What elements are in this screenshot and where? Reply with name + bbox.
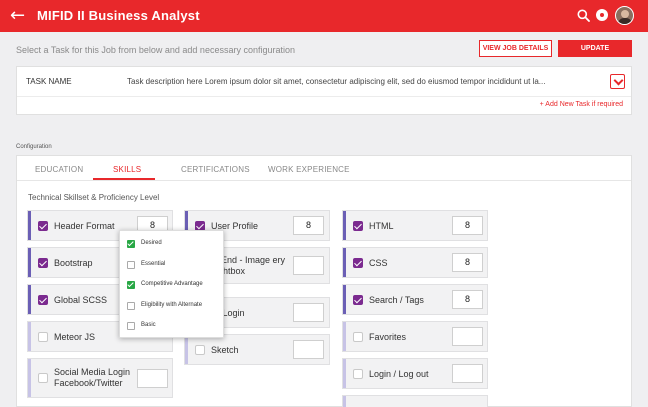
- skill-card[interactable]: Favorites: [342, 321, 488, 352]
- page-title: MIFID II Business Analyst: [37, 8, 200, 23]
- skill-checkbox[interactable]: [353, 295, 363, 305]
- skill-accent-bar: [185, 335, 188, 364]
- skill-card[interactable]: HTML 8: [342, 210, 488, 241]
- proficiency-input[interactable]: [293, 256, 324, 275]
- option-checkbox[interactable]: [127, 322, 135, 330]
- option-label: Competitive Advantage: [141, 281, 203, 287]
- skill-accent-bar: [343, 248, 346, 277]
- proficiency-input[interactable]: 8: [452, 253, 483, 272]
- option-label: Eligibility with Alternate: [141, 302, 203, 308]
- tab-skills[interactable]: SKILLS: [113, 165, 141, 174]
- task-description: Task description here Lorem ipsum dolor …: [127, 77, 546, 86]
- skill-checkbox[interactable]: [38, 221, 48, 231]
- skill-accent-bar: [28, 322, 31, 351]
- proficiency-dropdown: Desired Essential Competitive Advantage …: [119, 230, 224, 338]
- add-new-task-link[interactable]: + Add New Task if required: [540, 101, 623, 108]
- skill-name: Global SCSS: [54, 295, 108, 305]
- skills-heading: Technical Skillset & Proficiency Level: [28, 193, 160, 202]
- skill-accent-bar: [343, 396, 346, 407]
- skill-name: Header Format: [54, 221, 115, 231]
- tab-education[interactable]: EDUCATION: [35, 165, 83, 174]
- tab-certifications[interactable]: CERTIFICATIONS: [181, 165, 250, 174]
- proficiency-input[interactable]: 8: [452, 216, 483, 235]
- proficiency-input[interactable]: [452, 364, 483, 383]
- skill-name: CSS: [369, 258, 388, 268]
- skill-checkbox[interactable]: [38, 258, 48, 268]
- skill-name: Meteor JS: [54, 332, 96, 342]
- back-arrow-icon[interactable]: ←: [10, 6, 30, 26]
- skill-checkbox[interactable]: [353, 221, 363, 231]
- skill-accent-bar: [28, 211, 31, 240]
- task-card: TASK NAME Task description here Lorem ip…: [16, 66, 632, 115]
- active-tab-indicator: [93, 178, 155, 180]
- skill-accent-bar: [343, 322, 346, 351]
- tab-work-experience[interactable]: WORK EXPERIENCE: [268, 165, 350, 174]
- proficiency-input[interactable]: [293, 340, 324, 359]
- option-checkbox[interactable]: [127, 240, 135, 248]
- app-header: ← MIFID II Business Analyst: [0, 0, 648, 32]
- search-icon[interactable]: [577, 9, 590, 22]
- proficiency-input[interactable]: [452, 327, 483, 346]
- skill-checkbox[interactable]: [38, 373, 48, 383]
- skill-name: Favorites: [369, 332, 407, 342]
- skill-checkbox[interactable]: [353, 332, 363, 342]
- update-button[interactable]: UPDATE: [558, 40, 632, 57]
- task-name-label: TASK NAME: [26, 77, 72, 86]
- skill-name: Search / Tags: [369, 295, 424, 305]
- skill-accent-bar: [343, 285, 346, 314]
- page-instructions: Select a Task for this Job from below an…: [16, 45, 295, 55]
- option-label: Basic: [141, 322, 156, 328]
- option-label: Essential: [141, 261, 166, 267]
- proficiency-input[interactable]: [293, 303, 324, 322]
- option-checkbox[interactable]: [127, 261, 135, 269]
- proficiency-input[interactable]: 8: [293, 216, 324, 235]
- skill-checkbox[interactable]: [38, 332, 48, 342]
- skill-name: Social Media Login Facebook/Twitter: [54, 367, 131, 388]
- skill-name: Bootstrap: [54, 258, 93, 268]
- divider: [17, 96, 631, 97]
- skill-card[interactable]: [342, 395, 488, 407]
- skill-name: Login / Log out: [369, 369, 429, 379]
- skill-name: Sketch: [211, 345, 239, 355]
- skill-card[interactable]: Login / Log out: [342, 358, 488, 389]
- option-checkbox[interactable]: [127, 281, 135, 289]
- user-avatar[interactable]: [615, 6, 634, 25]
- chevron-down-icon[interactable]: [610, 74, 625, 89]
- skill-accent-bar: [28, 285, 31, 314]
- skill-checkbox[interactable]: [195, 345, 205, 355]
- notification-icon[interactable]: [596, 9, 608, 21]
- skill-card[interactable]: Search / Tags 8: [342, 284, 488, 315]
- configuration-label: Configuration: [16, 144, 52, 150]
- view-job-details-button[interactable]: VIEW JOB DETAILS: [479, 40, 552, 57]
- skill-checkbox[interactable]: [353, 369, 363, 379]
- skill-checkbox[interactable]: [353, 258, 363, 268]
- option-checkbox[interactable]: [127, 302, 135, 310]
- skill-checkbox[interactable]: [38, 295, 48, 305]
- skill-card[interactable]: CSS 8: [342, 247, 488, 278]
- skill-accent-bar: [343, 211, 346, 240]
- config-tabs: EDUCATION SKILLS CERTIFICATIONS WORK EXP…: [17, 156, 631, 181]
- skill-accent-bar: [343, 359, 346, 388]
- proficiency-input[interactable]: 8: [452, 290, 483, 309]
- skill-accent-bar: [28, 359, 31, 397]
- option-label: Desired: [141, 240, 162, 246]
- skill-accent-bar: [28, 248, 31, 277]
- proficiency-input[interactable]: [137, 369, 168, 388]
- skill-card[interactable]: Social Media Login Facebook/Twitter: [27, 358, 173, 398]
- skill-card[interactable]: Sketch: [184, 334, 330, 365]
- skill-name: HTML: [369, 221, 394, 231]
